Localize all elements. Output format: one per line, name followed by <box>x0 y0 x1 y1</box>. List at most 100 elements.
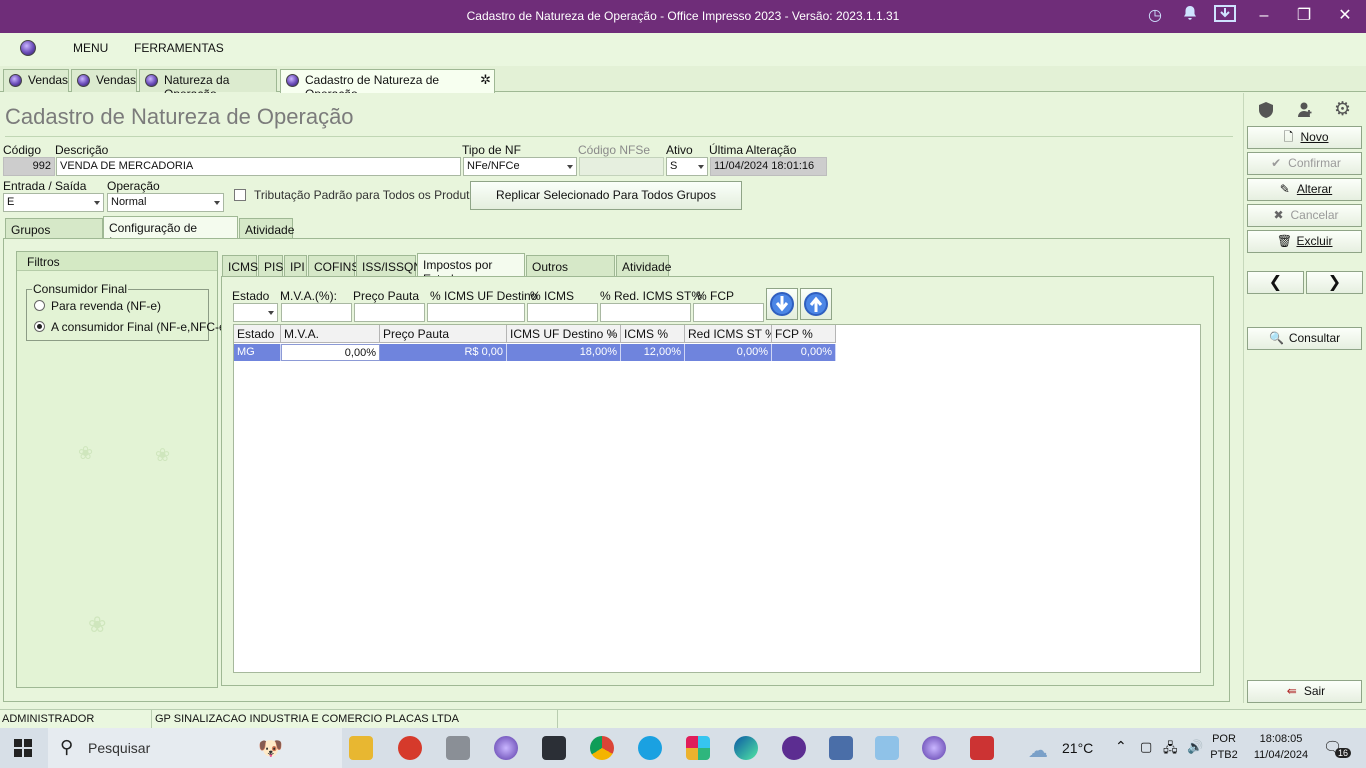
weather-temp[interactable]: 21°C <box>1062 740 1093 756</box>
cancelar-button[interactable]: ✖ Cancelar <box>1247 204 1362 227</box>
3cx-icon[interactable] <box>542 736 566 760</box>
entrada-saida-select[interactable]: E <box>3 193 104 212</box>
icms-input[interactable] <box>527 303 598 322</box>
column-header-fcp[interactable]: FCP % <box>772 325 836 343</box>
icms-uf-destino-input[interactable] <box>427 303 525 322</box>
close-tab-icon[interactable]: ✲ <box>480 72 491 88</box>
tab-icms[interactable]: ICMS <box>222 255 258 276</box>
replicar-button[interactable]: Replicar Selecionado Para Todos Grupos <box>470 181 742 210</box>
move-up-button[interactable] <box>800 288 832 320</box>
language-line-2[interactable]: PTB2 <box>1207 749 1241 761</box>
restore-button[interactable]: ❐ <box>1284 4 1324 28</box>
doc-tab-natureza-operacao[interactable]: Natureza da Operação <box>139 69 277 101</box>
cell-mva[interactable]: 0,00% <box>281 344 380 361</box>
codigo-field[interactable]: 992 <box>3 157 55 176</box>
dx-app-icon[interactable] <box>398 736 422 760</box>
bell-icon[interactable] <box>1178 5 1202 27</box>
tab-ipi[interactable]: IPI <box>284 255 307 276</box>
edit-icon: ✎ <box>1279 182 1290 196</box>
shield-icon[interactable] <box>1257 101 1275 119</box>
tab-pis[interactable]: PIS <box>258 255 283 276</box>
cell-red-icms-st[interactable]: 0,00% <box>685 344 772 361</box>
close-button[interactable]: ✕ <box>1325 4 1365 28</box>
estado-select[interactable] <box>233 303 278 322</box>
consultar-button[interactable]: 🔍 Consultar <box>1247 327 1362 350</box>
radio-para-revenda[interactable] <box>34 300 45 311</box>
previous-button[interactable]: ❮ <box>1247 271 1304 294</box>
column-header-mva[interactable]: M.V.A. <box>281 325 380 343</box>
column-header-preco-pauta[interactable]: Preço Pauta <box>380 325 507 343</box>
github-icon[interactable] <box>782 736 806 760</box>
cell-fcp[interactable]: 0,00% <box>772 344 836 361</box>
clock-time[interactable]: 18:08:05 <box>1243 733 1319 745</box>
cloud-icon[interactable]: ☁ <box>1028 738 1048 763</box>
network-icon[interactable]: 🖧 <box>1163 739 1178 761</box>
tab-configuracao-impostos[interactable]: Configuração de Impostos <box>103 216 238 249</box>
column-header-icms[interactable]: ICMS % <box>621 325 685 343</box>
doc-tab-vendas-1[interactable]: Vendas <box>3 69 69 92</box>
app-logo-icon[interactable] <box>20 40 36 56</box>
menu-item-ferramentas[interactable]: FERRAMENTAS <box>134 41 224 55</box>
next-button[interactable]: ❯ <box>1306 271 1363 294</box>
cell-icms[interactable]: 12,00% <box>621 344 685 361</box>
operacao-select[interactable]: Normal <box>107 193 224 212</box>
move-down-button[interactable] <box>766 288 798 320</box>
add-user-icon[interactable] <box>1295 101 1313 119</box>
column-header-icms-uf-destino[interactable]: ICMS UF Destino % <box>507 325 621 343</box>
tab-outros-impostos[interactable]: Outros Impostos <box>526 255 615 288</box>
cell-icms-uf-destino[interactable]: 18,00% <box>507 344 621 361</box>
sort-asc-icon <box>608 331 616 336</box>
tributacao-checkbox[interactable] <box>234 189 246 201</box>
tray-device-icon[interactable]: ▢ <box>1140 739 1152 755</box>
red-icms-st-input[interactable] <box>600 303 691 322</box>
tab-impostos-por-estado[interactable]: Impostos por Estado <box>417 253 525 286</box>
doc-tab-vendas-2[interactable]: Vendas <box>71 69 137 92</box>
file-explorer-icon[interactable] <box>349 736 373 760</box>
doc-tab-cadastro-natureza[interactable]: Cadastro de Natureza de Operação ✲ <box>280 69 495 101</box>
calculator-icon[interactable] <box>829 736 853 760</box>
novo-button[interactable]: 🗋 Novo <box>1247 126 1362 149</box>
gear-icon[interactable]: ⚙ <box>1334 100 1352 119</box>
office-impresso-icon[interactable] <box>494 736 518 760</box>
download-icon[interactable] <box>1213 5 1237 27</box>
minimize-button[interactable]: – <box>1244 4 1284 28</box>
tab-iss-issqn[interactable]: ISS/ISSQN <box>356 255 422 276</box>
edge-icon[interactable] <box>734 736 758 760</box>
menu-item-menu[interactable]: MENU <box>73 41 108 55</box>
skype-icon[interactable] <box>638 736 662 760</box>
clock-icon[interactable]: ◷ <box>1143 5 1167 27</box>
chevron-up-icon[interactable]: ⌃ <box>1115 738 1127 755</box>
cell-preco-pauta[interactable]: R$ 0,00 <box>380 344 507 361</box>
column-header-red-icms-st[interactable]: Red ICMS ST % <box>685 325 772 343</box>
notes-icon[interactable] <box>875 736 899 760</box>
chrome-icon[interactable] <box>590 736 614 760</box>
entrada-saida-label: Entrada / Saída <box>3 179 87 193</box>
radio-consumidor-final[interactable] <box>34 321 45 332</box>
taskbar-search[interactable]: ⚲ Pesquisar 🐶 <box>48 728 342 768</box>
tab-grupos-vinculados[interactable]: Grupos Vinculados <box>5 218 103 251</box>
column-header-estado[interactable]: Estado <box>234 325 281 343</box>
confirmar-button[interactable]: ✔ Confirmar <box>1247 152 1362 175</box>
tipo-nf-select[interactable]: NFe/NFCe <box>463 157 577 176</box>
preco-pauta-input[interactable] <box>354 303 425 322</box>
alterar-button[interactable]: ✎ Alterar <box>1247 178 1362 201</box>
language-line-1[interactable]: POR <box>1207 733 1241 745</box>
impostos-estado-grid[interactable]: Estado M.V.A. Preço Pauta ICMS UF Destin… <box>233 324 1201 673</box>
mva-input[interactable] <box>281 303 352 322</box>
volume-icon[interactable]: 🔊 <box>1187 739 1203 755</box>
clock-date[interactable]: 11/04/2024 <box>1243 749 1319 761</box>
office-impresso-icon-2[interactable] <box>922 736 946 760</box>
tab-atividade-impostos[interactable]: Atividade <box>616 255 671 276</box>
excluir-button[interactable]: 🗑 Excluir <box>1247 230 1362 253</box>
slack-icon[interactable] <box>686 736 710 760</box>
ativo-select[interactable]: S <box>666 157 708 176</box>
database-icon[interactable] <box>446 736 470 760</box>
descricao-field[interactable]: VENDA DE MERCADORIA <box>56 157 461 176</box>
tab-cofins[interactable]: COFINS <box>308 255 359 276</box>
tab-atividade[interactable]: Atividade <box>239 218 294 239</box>
fcp-input[interactable] <box>693 303 764 322</box>
sair-button[interactable]: ⇚ Sair <box>1247 680 1362 703</box>
app-tool-icon[interactable] <box>970 736 994 760</box>
cell-estado[interactable]: MG <box>234 344 281 361</box>
windows-start-icon[interactable] <box>14 739 32 757</box>
